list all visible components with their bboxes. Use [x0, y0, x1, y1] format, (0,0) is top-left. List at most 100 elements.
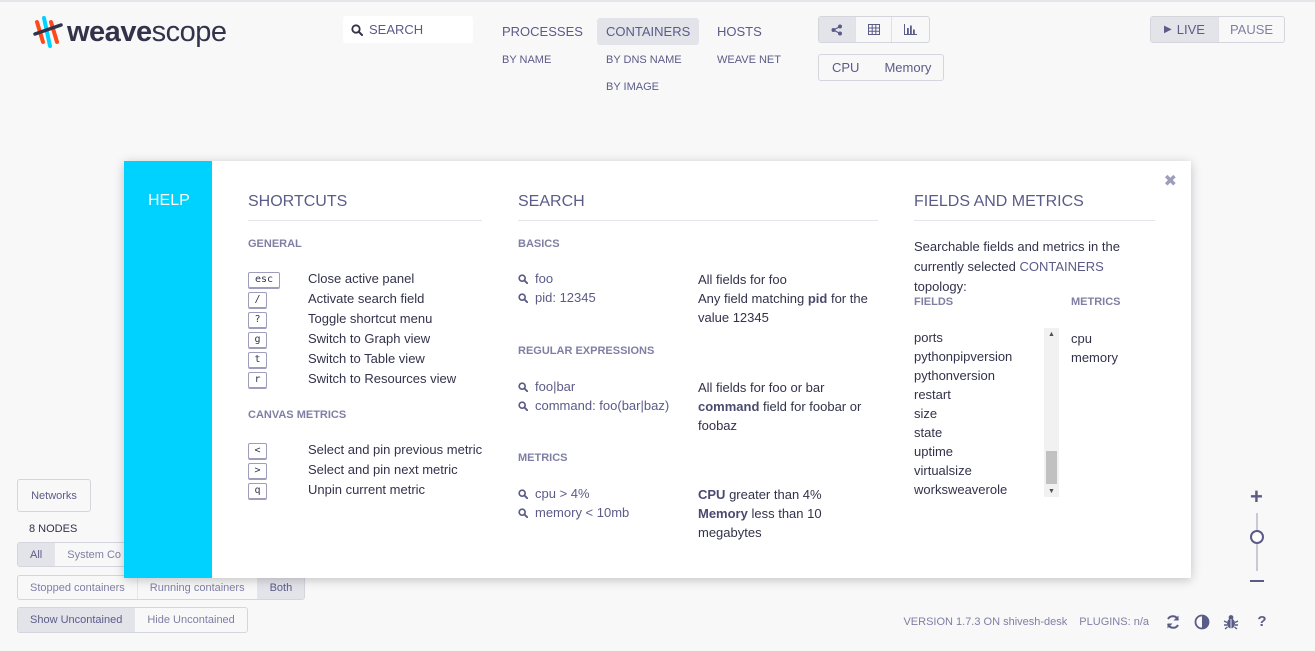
search-icon	[518, 293, 528, 303]
tab-containers[interactable]: CONTAINERS	[597, 18, 700, 45]
top-border	[0, 0, 1315, 2]
shortcut-canvas-label-0: Select and pin previous metric	[308, 442, 483, 457]
shortcut-canvas-label-1: Select and pin next metric	[308, 462, 458, 477]
metric-memory-button[interactable]: Memory	[872, 55, 943, 80]
plugins-text: PLUGINS: n/a	[1079, 616, 1149, 628]
metrics-desc-0: CPU greater than 4%	[698, 487, 822, 502]
shortcut-general-key-3: g	[248, 332, 267, 348]
fields-heading: FIELDS	[914, 296, 954, 308]
close-icon[interactable]: ✖	[1164, 171, 1177, 191]
zoom-out-icon[interactable]	[1250, 580, 1264, 582]
live-controls: ▶ LIVE PAUSE	[1150, 16, 1285, 43]
basics-desc-0: All fields for foo	[698, 272, 787, 287]
resources-icon	[904, 24, 917, 35]
filter-all[interactable]: All	[18, 543, 55, 566]
field-item: ports	[914, 330, 943, 345]
shortcuts-column: SHORTCUTS GENERAL esc Close active panel /…	[248, 193, 482, 573]
regex-heading: REGULAR EXPRESSIONS	[518, 345, 655, 357]
weavescope-logo[interactable]: weavescope	[33, 15, 227, 48]
filter-group-system: All System Co	[17, 542, 137, 567]
basics-heading: BASICS	[518, 238, 560, 250]
metrics-term-0: cpu > 4%	[518, 486, 590, 501]
canvas-metrics-heading: CANVAS METRICS	[248, 409, 347, 421]
shortcut-general-key-1: /	[248, 292, 267, 308]
metrics-desc-1: Memory less than 10 megabytes	[698, 506, 822, 540]
basics-term-0: foo	[518, 271, 553, 286]
scroll-thumb[interactable]	[1046, 451, 1057, 484]
fields-scrollbar[interactable]: ▲ ▼	[1044, 328, 1059, 497]
help-icon[interactable]: ?	[1253, 613, 1271, 631]
zoom-in-icon[interactable]: +	[1250, 484, 1263, 510]
topology-processes: PROCESSES BY NAME	[493, 18, 592, 66]
metrics-heading: METRICS	[518, 452, 568, 464]
contrast-icon[interactable]	[1193, 613, 1211, 631]
shortcut-general-label-3: Switch to Graph view	[308, 331, 431, 346]
metrics-list-heading: METRICS	[1071, 296, 1121, 308]
filter-system-containers[interactable]: System Co	[54, 543, 133, 566]
search-icon	[351, 23, 363, 36]
live-button[interactable]: ▶ LIVE	[1151, 17, 1218, 42]
resources-view-button[interactable]	[891, 17, 929, 42]
sub-by-dns-name[interactable]: BY DNS NAME	[597, 54, 699, 66]
search-icon	[518, 508, 528, 518]
search-icon	[518, 401, 528, 411]
help-sidebar: HELP	[124, 161, 212, 578]
fields-metrics-heading: FIELDS AND METRICS	[914, 193, 1155, 221]
field-item: uptime	[914, 444, 954, 459]
scroll-up-icon[interactable]: ▲	[1044, 331, 1059, 338]
version-text: VERSION 1.7.3 ON shivesh-desk	[903, 616, 1068, 628]
search-icon	[518, 382, 528, 392]
metric-item: cpu	[1071, 331, 1092, 346]
filter-hide-uncontained[interactable]: Hide Uncontained	[134, 608, 246, 632]
bug-icon[interactable]	[1222, 613, 1240, 631]
pause-button[interactable]: PAUSE	[1218, 17, 1284, 42]
shortcut-general-key-0: esc	[248, 272, 280, 288]
regex-desc-1: command field for foobar or foobaz	[698, 399, 862, 433]
table-view-button[interactable]	[855, 17, 891, 42]
play-icon: ▶	[1164, 24, 1172, 35]
metric-item: memory	[1071, 350, 1118, 365]
basics-desc-1: Any field matching pid for the value 123…	[698, 291, 868, 325]
search-column: SEARCH BASICS foo All fields for foo pid: …	[518, 193, 878, 573]
filter-running[interactable]: Running containers	[136, 576, 257, 599]
scroll-down-icon[interactable]: ▼	[1044, 488, 1059, 495]
fields-list[interactable]: ports pythonpipversion pythonversion restar…	[914, 328, 1059, 497]
table-icon	[867, 24, 880, 35]
regex-term-1: command: foo(bar|baz)	[518, 398, 669, 413]
filter-both[interactable]: Both	[256, 576, 305, 599]
search-input[interactable]	[369, 22, 464, 37]
shortcut-general-key-4: t	[248, 352, 267, 368]
graph-view-button[interactable]	[819, 17, 855, 42]
zoom-slider-handle[interactable]	[1250, 530, 1264, 544]
filter-group-uncontained: Show Uncontained Hide Uncontained	[17, 607, 248, 633]
fields-intro: Searchable fields and metrics in the cur…	[914, 239, 1120, 294]
networks-button[interactable]: Networks	[17, 479, 91, 512]
search-icon	[518, 274, 528, 284]
sub-by-image[interactable]: BY IMAGE	[597, 81, 699, 93]
help-title: HELP	[148, 192, 190, 209]
refresh-icon[interactable]	[1164, 613, 1182, 631]
tab-hosts[interactable]: HOSTS	[708, 18, 790, 45]
metric-selector: CPU Memory	[818, 54, 945, 81]
topology-containers: CONTAINERS BY DNS NAME BY IMAGE	[597, 18, 700, 93]
field-item: pythonversion	[914, 368, 995, 383]
filter-show-uncontained[interactable]: Show Uncontained	[18, 608, 135, 632]
topology-hosts: HOSTS WEAVE NET	[708, 18, 790, 66]
sub-weave-net[interactable]: WEAVE NET	[708, 54, 790, 66]
tab-processes[interactable]: PROCESSES	[493, 18, 592, 45]
shortcut-general-key-5: r	[248, 372, 267, 388]
field-item: size	[914, 406, 938, 421]
regex-term-0: foo|bar	[518, 379, 575, 394]
sub-by-name[interactable]: BY NAME	[493, 54, 592, 66]
help-modal: HELP ✖ SHORTCUTS GENERAL esc Close active…	[124, 161, 1191, 578]
shortcut-general-key-2: ?	[248, 312, 267, 328]
field-item: worksweaverole	[914, 482, 1008, 497]
metric-cpu-button[interactable]: CPU	[819, 55, 872, 80]
metrics-term-1: memory < 10mb	[518, 505, 629, 520]
search-box[interactable]	[343, 16, 473, 43]
live-label: LIVE	[1176, 22, 1205, 37]
field-item: state	[914, 425, 943, 440]
filter-stopped[interactable]: Stopped containers	[18, 576, 137, 599]
logo-text: weavescope	[67, 15, 227, 48]
search-icon	[518, 489, 528, 499]
